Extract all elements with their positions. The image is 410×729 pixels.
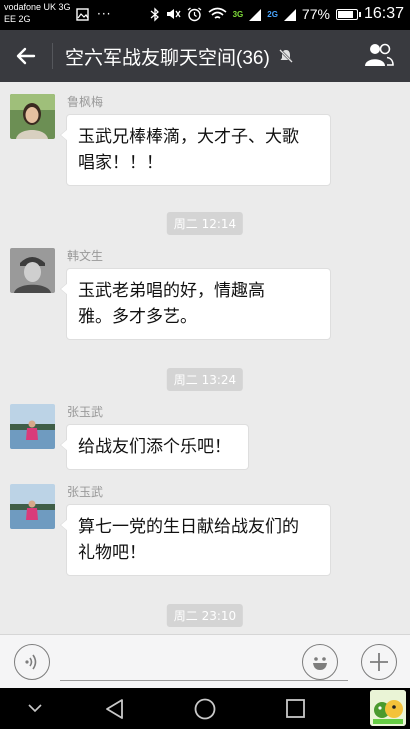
message-input[interactable]	[60, 680, 348, 681]
bluetooth-icon	[150, 6, 159, 22]
message-text-line: 算七一党的生日献给战友们的	[78, 517, 299, 537]
message-bubble[interactable]: 给战友们添个乐吧！	[60, 424, 249, 470]
avatar[interactable]	[10, 248, 55, 293]
message-item: 张玉武 算七一党的生日献给战友们的 礼物吧！	[10, 484, 400, 584]
input-bar	[0, 634, 410, 688]
clock: 16:37	[363, 5, 404, 22]
mute-icon	[166, 9, 181, 19]
message-text-line: 雅。多才多艺。	[78, 307, 197, 327]
carrier-info: vodafone UK 3G EE 2G	[4, 1, 71, 25]
message-text-line: 玉武兄棒棒滴，大才子、大歌	[78, 127, 299, 147]
header-divider	[52, 43, 53, 69]
signal-icon-2	[283, 8, 296, 21]
carrier-line-2: EE 2G	[4, 14, 31, 24]
message-text-line: 玉武老弟唱的好，情趣高	[78, 281, 265, 301]
avatar[interactable]	[10, 484, 55, 529]
sender-name: 韩文生	[67, 249, 104, 263]
group-members-icon[interactable]	[364, 42, 394, 68]
battery-icon	[335, 8, 361, 20]
wifi-icon	[208, 7, 227, 19]
battery-percent: 77%	[301, 6, 330, 22]
network-type-2: 2G	[267, 9, 278, 19]
notifications-off-icon	[278, 49, 293, 63]
message-bubble[interactable]: 玉武兄棒棒滴，大才子、大歌 唱家！！！	[60, 114, 331, 186]
emoji-icon	[313, 657, 327, 670]
back-button[interactable]	[0, 30, 52, 82]
home-icon[interactable]	[194, 698, 216, 720]
signal-icon	[249, 8, 262, 21]
voice-button[interactable]	[14, 644, 50, 680]
more-icon: ···	[97, 7, 112, 21]
system-nav-bar	[0, 688, 410, 729]
timestamp: 周二 13:24	[166, 368, 244, 391]
voice-input-icon	[25, 654, 37, 670]
emoji-button[interactable]	[302, 644, 338, 680]
alarm-icon	[187, 6, 201, 21]
message-bubble[interactable]: 玉武老弟唱的好，情趣高 雅。多才多艺。	[60, 268, 331, 340]
back-nav-icon[interactable]	[104, 698, 124, 720]
avatar[interactable]	[10, 94, 55, 139]
message-item: 韩文生 玉武老弟唱的好，情趣高 雅。多才多艺。	[10, 248, 400, 348]
recents-icon[interactable]	[286, 699, 305, 718]
chat-header: 空六军战友聊天空间(36)	[0, 30, 410, 82]
network-type-1: 3G	[232, 9, 244, 19]
message-item: 张玉武 给战友们添个乐吧！	[10, 404, 400, 474]
collapse-icon[interactable]	[28, 704, 42, 713]
timestamp: 周二 23:10	[166, 604, 244, 627]
chat-area[interactable]: 鲁枫梅 玉武兄棒棒滴，大才子、大歌 唱家！！！ 周二 12:14 韩文生 玉武老…	[0, 82, 410, 634]
message-text-line: 唱家！！！	[78, 153, 163, 173]
floating-app-thumbnail[interactable]	[370, 690, 406, 726]
timestamp: 周二 12:14	[166, 212, 244, 235]
image-icon	[76, 7, 89, 21]
message-text-line: 礼物吧！	[78, 543, 146, 563]
sender-name: 张玉武	[67, 405, 104, 419]
sender-name: 张玉武	[67, 485, 104, 499]
status-bar: vodafone UK 3G EE 2G ··· 3G 2G 77% 16:37	[0, 0, 410, 30]
chat-title: 空六军战友聊天空间(36)	[65, 47, 270, 69]
message-item: 鲁枫梅 玉武兄棒棒滴，大才子、大歌 唱家！！！	[10, 94, 400, 194]
more-actions-icon	[370, 653, 388, 671]
message-text-line: 给战友们添个乐吧！	[78, 437, 231, 457]
more-actions-button[interactable]	[361, 644, 397, 680]
carrier-line-1: vodafone UK 3G	[4, 2, 71, 12]
back-arrow-icon	[16, 47, 36, 65]
message-bubble[interactable]: 算七一党的生日献给战友们的 礼物吧！	[60, 504, 331, 576]
avatar[interactable]	[10, 404, 55, 449]
sender-name: 鲁枫梅	[67, 95, 104, 109]
